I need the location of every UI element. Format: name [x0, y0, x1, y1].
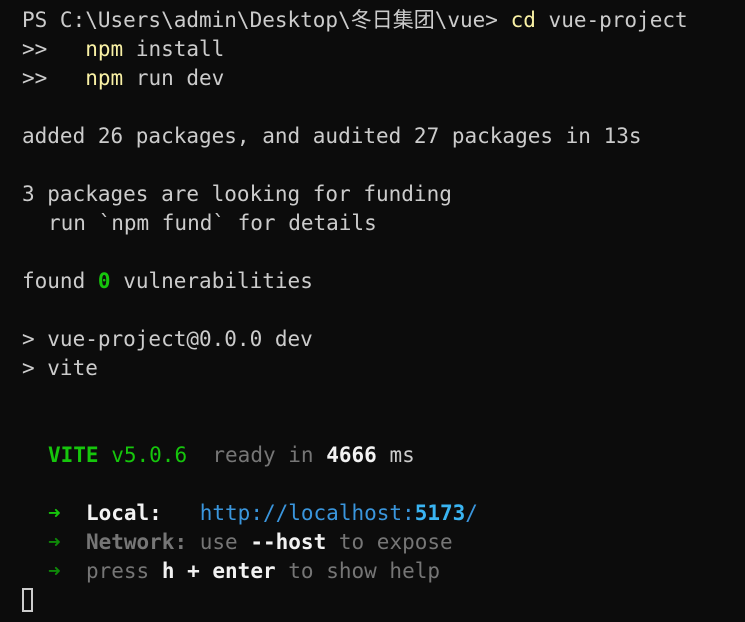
vite-ready-unit: ms [389, 443, 415, 467]
local-url-port: 5173 [414, 501, 466, 525]
vulnerability-count: 0 [97, 269, 111, 293]
local-url-slash: / [465, 501, 478, 525]
network-host-flag: --host [250, 530, 327, 554]
found-prefix: found [22, 269, 86, 293]
local-url-host: http://localhost: [199, 501, 415, 525]
terminal-window[interactable]: PS C:\Users\admin\Desktop\冬日集团\vue> cd v… [0, 0, 745, 622]
vite-version: v5.0.6 [111, 443, 188, 467]
arrow-right-icon: ➜ [48, 559, 61, 583]
local-url[interactable]: http://localhost:5173/ [200, 501, 478, 525]
continuation-marker: >> [22, 37, 48, 61]
command-args-run-dev: run dev [135, 66, 225, 90]
vite-network-line: ➜ Network: use --host to expose [22, 528, 745, 557]
command-keyword-npm: npm [85, 37, 124, 61]
command-line-npm-install: >> npm install [22, 35, 745, 64]
prompt-path: PS C:\Users\admin\Desktop\冬日集团\vue> [22, 8, 498, 32]
network-use: use [199, 530, 238, 554]
input-line[interactable] [22, 586, 745, 615]
network-label: Network: [85, 530, 188, 554]
help-rest: to show help [288, 559, 440, 583]
network-rest: to expose [338, 530, 453, 554]
command-keyword-cd: cd [510, 8, 536, 32]
text-cursor[interactable] [22, 588, 33, 612]
output-funding-hint: run `npm fund` for details [48, 211, 377, 235]
output-vulnerabilities: found 0 vulnerabilities [22, 267, 745, 296]
local-label: Local: [85, 501, 162, 525]
found-suffix: vulnerabilities [123, 269, 313, 293]
vite-ready-ms: 4666 [326, 443, 377, 467]
continuation-marker: >> [22, 66, 48, 90]
output-script-header: > vue-project@0.0.0 dev [22, 327, 313, 351]
arrow-right-icon: ➜ [48, 530, 61, 554]
arrow-right-icon: ➜ [48, 501, 61, 525]
vite-help-line: ➜ press h + enter to show help [22, 557, 745, 586]
command-line-npm-run-dev: >> npm run dev [22, 64, 745, 93]
vite-ready-text: ready in [212, 443, 314, 467]
command-keyword-npm: npm [85, 66, 124, 90]
vite-ready-line: VITE v5.0.6 ready in 4666 ms [22, 441, 745, 470]
output-added-packages: added 26 packages, and audited 27 packag… [22, 124, 642, 148]
output-funding: 3 packages are looking for funding [22, 182, 452, 206]
help-key: h + enter [161, 559, 276, 583]
help-press: press [85, 559, 150, 583]
command-args-install: install [135, 37, 225, 61]
output-script-command: > vite [22, 356, 98, 380]
vite-name: VITE [48, 443, 99, 467]
command-args-cd: vue-project [548, 8, 688, 32]
command-line-cd: PS C:\Users\admin\Desktop\冬日集团\vue> cd v… [22, 6, 745, 35]
vite-local-line: ➜ Local: http://localhost:5173/ [22, 499, 745, 528]
